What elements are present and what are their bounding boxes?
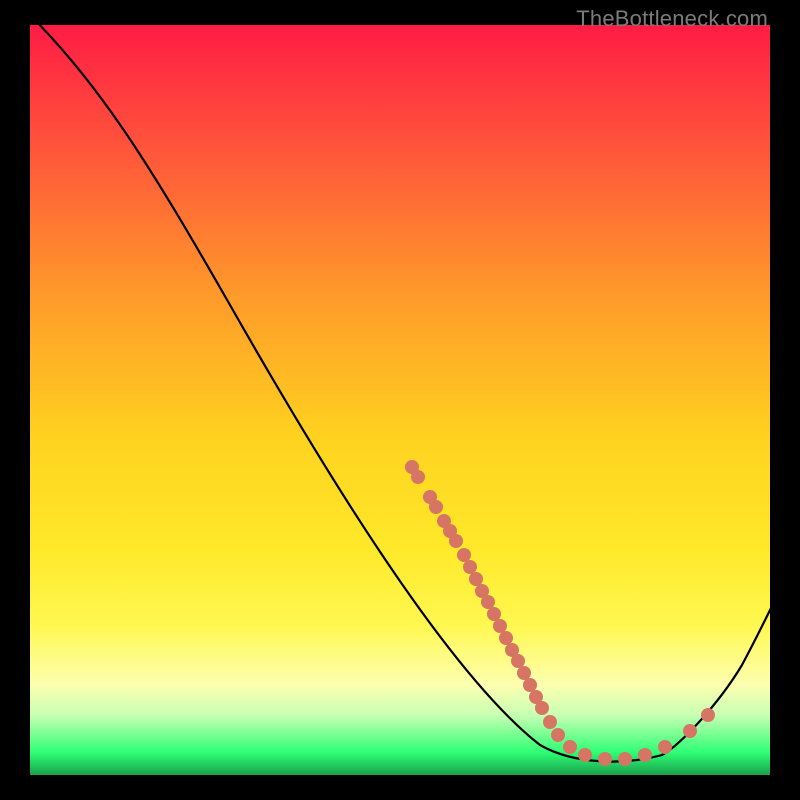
watermark-text: TheBottleneck.com <box>576 6 768 32</box>
data-point <box>517 666 531 680</box>
data-point <box>551 728 565 742</box>
data-point <box>523 678 537 692</box>
data-point <box>658 740 672 754</box>
data-point <box>429 500 443 514</box>
curve-points <box>405 460 715 766</box>
data-point <box>618 752 632 766</box>
data-point <box>493 619 507 633</box>
data-point <box>487 607 501 621</box>
data-point <box>535 701 549 715</box>
data-point <box>499 631 513 645</box>
data-point <box>701 708 715 722</box>
data-point <box>469 572 483 586</box>
data-point <box>683 724 697 738</box>
data-point <box>449 534 463 548</box>
chart-plot-area <box>30 25 770 775</box>
data-point <box>411 470 425 484</box>
chart-svg <box>30 25 770 775</box>
data-point <box>598 752 612 766</box>
data-point <box>578 748 592 762</box>
data-point <box>463 560 477 574</box>
data-point <box>638 748 652 762</box>
data-point <box>563 740 577 754</box>
data-point <box>481 595 495 609</box>
data-point <box>543 715 557 729</box>
bottleneck-curve <box>30 25 770 762</box>
data-point <box>457 548 471 562</box>
data-point <box>511 654 525 668</box>
